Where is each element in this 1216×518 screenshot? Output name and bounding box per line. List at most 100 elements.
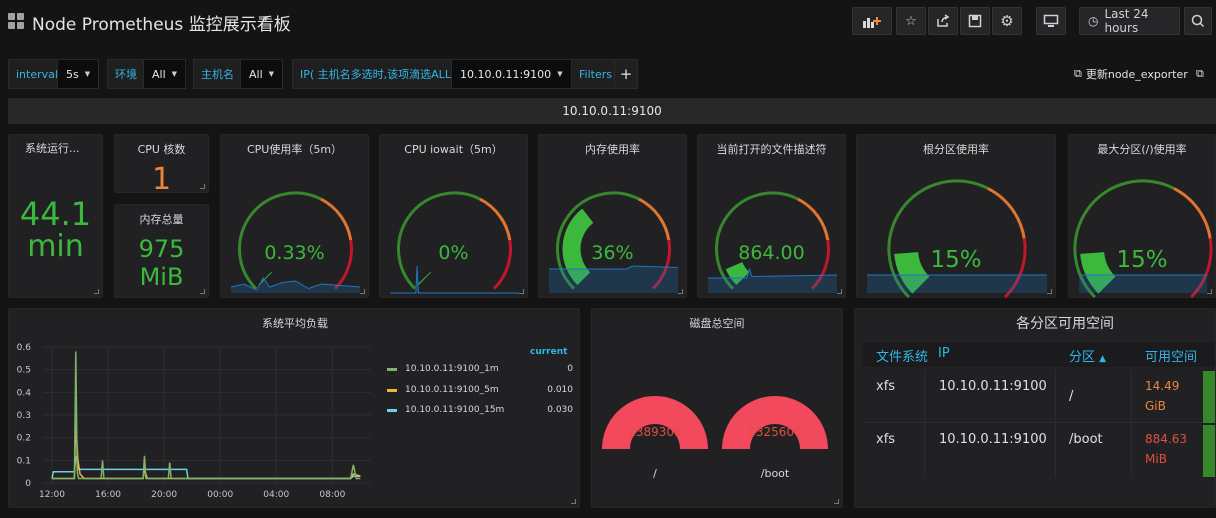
panel-title: 内存使用率	[585, 143, 640, 156]
dashboard-link-more[interactable]: ⧉	[1196, 62, 1204, 86]
resize-handle[interactable]	[200, 184, 205, 189]
resize-handle[interactable]	[1207, 289, 1212, 294]
load-chart[interactable]: 0.6 0.5 0.4 0.3 0.2 0.1 0 12:00 16:00 20:00 00:00 0…	[9, 335, 381, 507]
var-select-ip[interactable]: 10.10.0.11:9100 ▼	[451, 59, 572, 89]
add-panel-button[interactable]	[852, 7, 892, 35]
gauge-threshold-orange	[479, 197, 512, 241]
var-value-interval: 5s	[66, 67, 79, 81]
time-picker-button[interactable]: ◷ Last 24 hours	[1079, 7, 1180, 35]
resize-handle[interactable]	[678, 289, 683, 294]
column-divider	[1055, 369, 1056, 477]
column-header-ip[interactable]: IP	[938, 346, 950, 361]
var-label-env: 环境	[107, 59, 145, 89]
gauge-threshold-orange	[987, 187, 1026, 239]
gauge-panel: 内存使用率 36%	[538, 134, 687, 298]
gauge-threshold-orange	[1173, 187, 1212, 239]
x-tick-label: 20:00	[151, 490, 177, 500]
gauge-svg	[708, 191, 838, 293]
uptime-panel: 系统运行... 44.1 min	[8, 134, 103, 298]
tv-mode-button[interactable]	[1036, 7, 1066, 35]
disk-label-root: /	[653, 467, 657, 480]
gauge-value: 36%	[591, 242, 634, 264]
column-header-avail[interactable]: 可用空间	[1145, 346, 1197, 365]
panel-title: 最大分区(/)使用率	[1097, 143, 1187, 156]
row-header[interactable]: 10.10.0.11:9100	[8, 98, 1216, 124]
var-value-ip: 10.10.0.11:9100	[460, 67, 552, 81]
legend-item[interactable]: 10.10.0.11:9100_5m 0.010	[387, 382, 573, 398]
legend-value: 0	[567, 364, 573, 374]
column-header-mount[interactable]: 分区 ▲	[1069, 346, 1106, 365]
y-tick-label: 0	[25, 479, 31, 489]
resize-handle[interactable]	[94, 289, 99, 294]
mem-total-panel: 内存总量 975 MiB	[114, 204, 209, 298]
resize-handle[interactable]	[1047, 289, 1052, 294]
add-panel-icon	[863, 17, 881, 28]
cell-avail-num: 14.49	[1145, 379, 1180, 393]
gauge-panel: 当前打开的文件描述符 864.00	[697, 134, 846, 298]
caret-down-icon: ▼	[557, 70, 563, 78]
gauge-panel: 根分区使用率 15%	[856, 134, 1056, 299]
var-value-env: All	[152, 67, 166, 81]
uptime-unit: min	[27, 229, 84, 264]
legend-item[interactable]: 10.10.0.11:9100_1m 0	[387, 361, 573, 377]
dashboard-link[interactable]: ⧉ 更新node_exporter	[1074, 62, 1188, 86]
column-header-fs[interactable]: 文件系统	[876, 346, 928, 365]
gauge-value-arc	[417, 271, 432, 286]
legend-item[interactable]: 10.10.0.11:9100_15m 0.030	[387, 402, 573, 418]
dashboard-grid-icon[interactable]	[8, 13, 24, 29]
zoom-out-button[interactable]	[1184, 7, 1212, 35]
var-select-interval[interactable]: 5s ▼	[57, 59, 100, 89]
var-select-hostname[interactable]: All ▼	[240, 59, 284, 89]
column-divider	[1131, 369, 1132, 477]
gauge-value-arc	[725, 261, 750, 286]
resize-handle[interactable]	[200, 289, 205, 294]
disk-total-panel: 磁盘总空间 2389309 / 6325600 /boot	[591, 308, 843, 508]
series-line	[51, 455, 361, 480]
panel-title: CPU使用率（5m）	[246, 143, 343, 156]
cell-avail-num: 884.63	[1145, 432, 1187, 446]
gear-icon: ⚙	[1000, 12, 1014, 30]
cell-mount: /	[1069, 389, 1074, 404]
resize-handle[interactable]	[571, 499, 576, 504]
disk-label-boot: /boot	[760, 467, 790, 480]
legend-swatch	[387, 388, 397, 392]
panel-title: 各分区可用空间	[1016, 316, 1114, 332]
cpu-cores-panel: CPU 核数 1	[114, 134, 209, 197]
legend-name: 10.10.0.11:9100_15m	[405, 405, 505, 415]
var-select-env[interactable]: All ▼	[143, 59, 187, 89]
panel-title: 系统运行...	[25, 142, 80, 155]
cell-ip: 10.10.0.11:9100	[939, 379, 1047, 394]
add-filter-button[interactable]: +	[614, 59, 638, 89]
share-button[interactable]	[928, 7, 958, 35]
time-range-label: Last 24 hours	[1104, 7, 1149, 35]
resize-handle[interactable]	[834, 499, 839, 504]
panel-title: 根分区使用率	[923, 143, 989, 156]
external-link-icon: ⧉	[1074, 67, 1082, 80]
mem-total-unit: MiB	[139, 263, 184, 291]
save-button[interactable]	[960, 7, 990, 35]
resize-handle[interactable]	[519, 289, 524, 294]
x-tick-label: 08:00	[319, 490, 345, 500]
disk-value-root: 2389309	[628, 425, 682, 439]
resize-handle[interactable]	[360, 289, 365, 294]
caret-down-icon: ▼	[84, 70, 91, 78]
y-tick-label: 0.6	[17, 343, 32, 353]
resize-handle[interactable]	[837, 289, 842, 294]
star-button[interactable]: ☆	[896, 7, 926, 35]
star-icon: ☆	[905, 13, 917, 29]
panel-title: 内存总量	[139, 213, 184, 226]
legend-value: 0.030	[547, 405, 573, 415]
y-tick-label: 0.1	[17, 456, 31, 466]
gauge-value-arc	[258, 271, 273, 286]
y-tick-label: 0.4	[17, 388, 32, 398]
chevron-down-icon[interactable]: ▾	[263, 14, 268, 25]
gauge-panel: CPU iowait（5m） 0%	[379, 134, 528, 298]
gauge-svg	[390, 191, 519, 294]
cell-ip: 10.10.0.11:9100	[939, 432, 1047, 447]
mem-total-value: 975	[138, 235, 185, 263]
settings-button[interactable]: ⚙	[992, 7, 1022, 35]
y-tick-label: 0.2	[17, 434, 31, 444]
dashboard-title[interactable]: Node Prometheus 监控展示看板	[32, 10, 291, 35]
legend-name: 10.10.0.11:9100_5m	[405, 385, 499, 395]
legend-name: 10.10.0.11:9100_1m	[405, 364, 499, 374]
